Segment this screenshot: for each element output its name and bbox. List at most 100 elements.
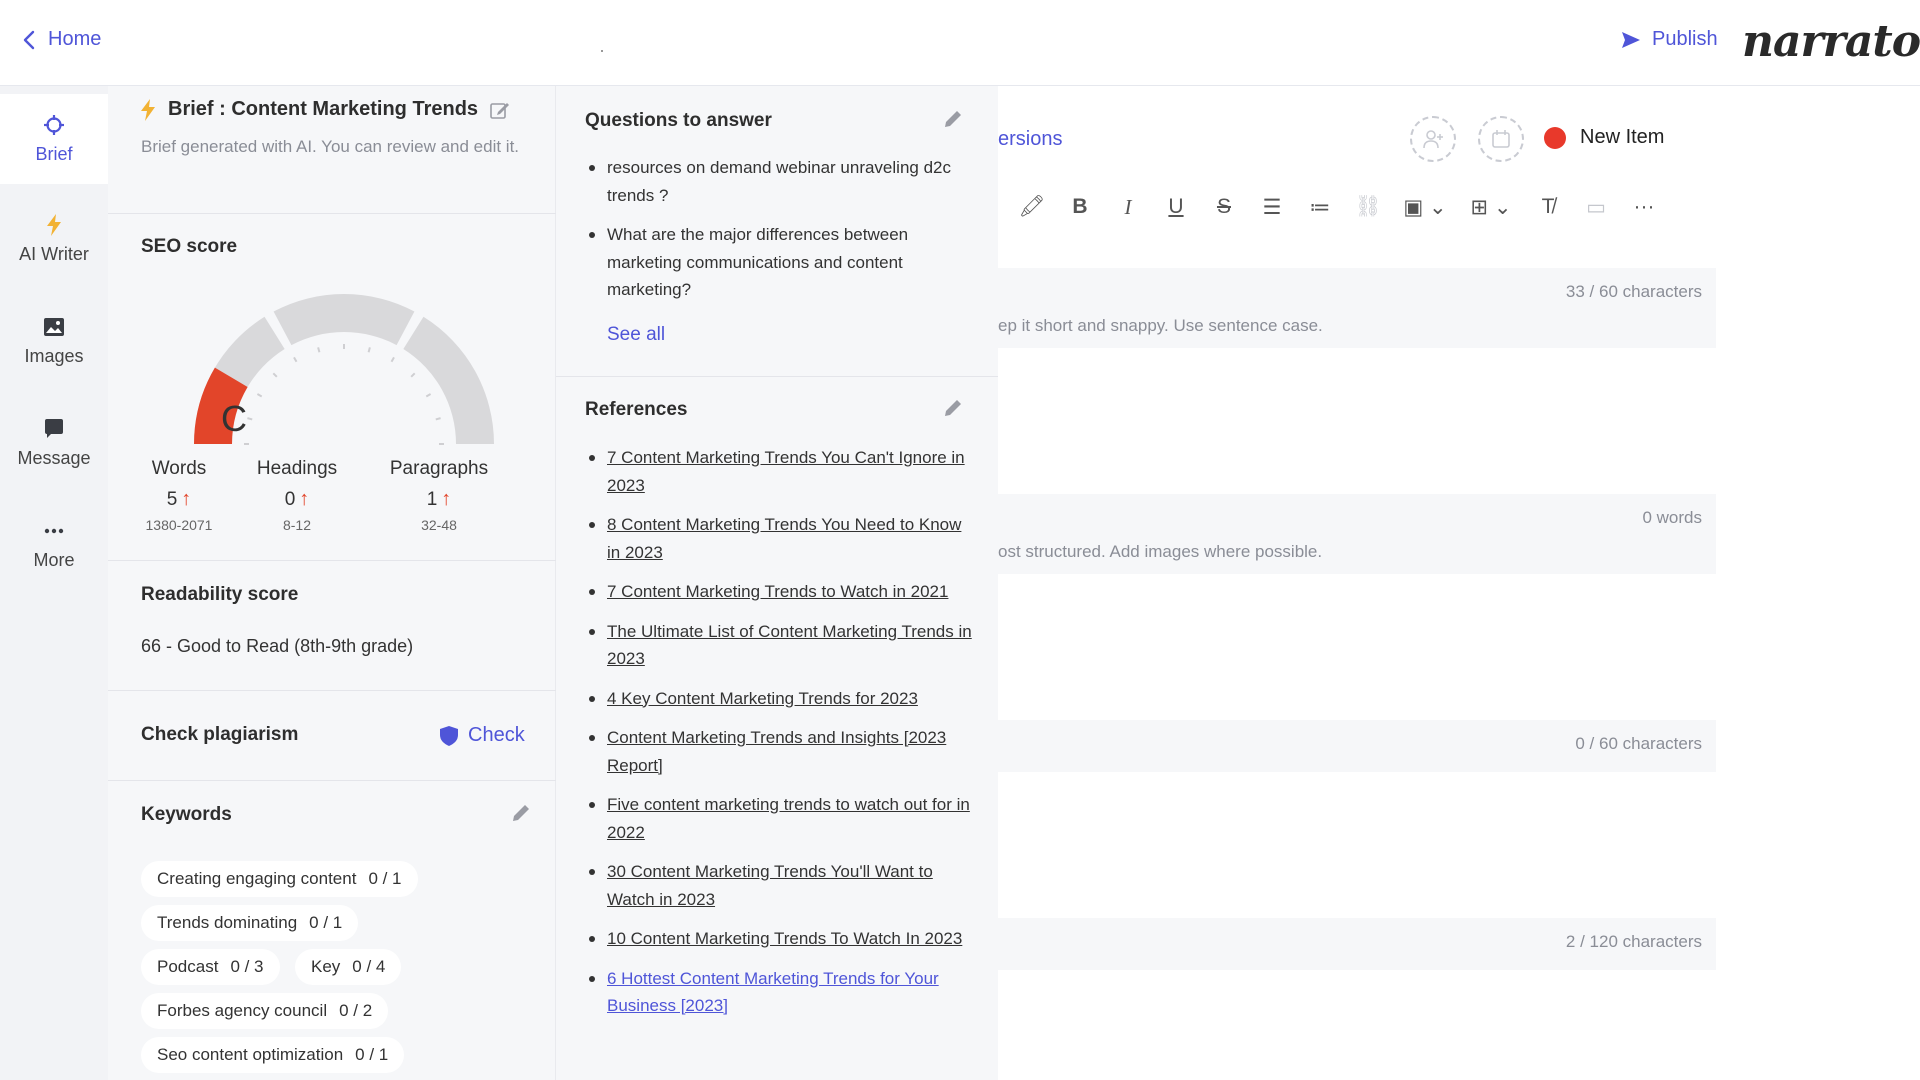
keyword-count: 0 / 1 xyxy=(368,869,402,888)
comment-icon[interactable]: ▭ xyxy=(1572,190,1620,224)
keyword-chip[interactable]: Seo content optimization 0 / 1 xyxy=(141,1037,405,1073)
reference-link[interactable]: 30 Content Marketing Trends You'll Want … xyxy=(607,862,933,909)
reference-link[interactable]: 10 Content Marketing Trends To Watch In … xyxy=(607,929,962,948)
calendar-icon xyxy=(1492,130,1510,148)
title-field[interactable]: 33 / 60 characters ep it short and snapp… xyxy=(998,268,1716,348)
stat-label: Headings xyxy=(256,458,338,479)
seo-gauge-tick xyxy=(317,347,321,353)
home-label: Home xyxy=(48,28,102,50)
keyword-chip[interactable]: Creating engaging content 0 / 1 xyxy=(141,861,418,897)
reference-link[interactable]: 7 Content Marketing Trends You Can't Ign… xyxy=(607,448,965,495)
divider xyxy=(108,690,556,691)
keyword-count: 0 / 1 xyxy=(309,913,343,932)
arrow-up-icon: ↑ xyxy=(181,488,192,510)
keyword-chip[interactable]: Trends dominating 0 / 1 xyxy=(141,905,359,941)
stat-value: 1 xyxy=(426,488,438,510)
rail-item-more[interactable]: More xyxy=(0,500,108,590)
keyword-text: Forbes agency council xyxy=(157,1001,328,1020)
publish-button[interactable]: Publish xyxy=(1620,28,1718,51)
seo-gauge-ticks xyxy=(244,344,444,445)
divider xyxy=(108,213,556,214)
check-plagiarism-button[interactable]: Check xyxy=(440,724,525,747)
stat-value-row: 1 ↑ xyxy=(364,488,514,511)
assign-user-button[interactable] xyxy=(1410,116,1456,162)
keyword-chip[interactable]: Forbes agency council 0 / 2 xyxy=(141,993,389,1029)
divider xyxy=(108,780,556,781)
add-user-icon xyxy=(1423,130,1443,149)
more-dots-icon xyxy=(43,520,65,542)
keyword-count: 0 / 1 xyxy=(355,1045,389,1064)
readability-heading: Readability score xyxy=(141,584,299,605)
seo-grade: C xyxy=(221,398,247,439)
publish-label: Publish xyxy=(1652,28,1718,50)
keywords-heading: Keywords xyxy=(141,804,232,825)
status-dot-icon xyxy=(1544,126,1566,149)
reference-link[interactable]: The Ultimate List of Content Marketing T… xyxy=(607,622,972,669)
rail-item-message[interactable]: Message xyxy=(0,398,108,488)
seo-gauge-tick xyxy=(293,356,298,363)
edit-references-icon[interactable] xyxy=(942,397,964,419)
more-options-icon[interactable]: ··· xyxy=(1620,190,1668,224)
arrow-up-icon: ↑ xyxy=(441,488,452,510)
status-selector[interactable]: New Item xyxy=(1544,126,1664,149)
image-icon xyxy=(43,316,65,338)
side-rail: Brief AI Writer Images Message More xyxy=(0,86,108,1080)
home-link[interactable]: Home xyxy=(22,28,101,51)
reference-link[interactable]: 8 Content Marketing Trends You Need to K… xyxy=(607,515,961,562)
keyword-chip[interactable]: Key 0 / 4 xyxy=(295,949,402,985)
stat-range: 32-48 xyxy=(421,517,457,533)
rail-item-ai-writer[interactable]: AI Writer xyxy=(0,194,108,284)
seo-gauge-tick xyxy=(410,372,416,378)
insert-table-icon[interactable]: ⊞ ⌄ xyxy=(1458,190,1524,224)
field-hint: ep it short and snappy. Use sentence cas… xyxy=(998,316,1323,335)
status-label: New Item xyxy=(1580,126,1665,148)
reference-link[interactable]: 7 Content Marketing Trends to Watch in 2… xyxy=(607,582,948,601)
stat-value-row: 0 ↑ xyxy=(222,488,372,511)
keyword-chip[interactable]: Podcast 0 / 3 xyxy=(141,949,280,985)
clear-format-icon[interactable]: T̸ xyxy=(1524,190,1572,224)
seo-title-field[interactable]: 0 / 60 characters xyxy=(998,720,1716,772)
question-item: What are the major differences between m… xyxy=(589,221,975,304)
shield-icon xyxy=(440,725,458,746)
underline-icon[interactable]: U xyxy=(1152,190,1200,224)
reference-item: 7 Content Marketing Trends You Can't Ign… xyxy=(589,444,975,499)
bold-icon[interactable]: B xyxy=(1056,190,1104,224)
versions-link[interactable]: ersions xyxy=(998,128,1062,151)
rail-label-more: More xyxy=(33,549,75,570)
char-count: 2 / 120 characters xyxy=(1565,932,1702,951)
stat-value: 0 xyxy=(284,488,296,510)
keyword-text: Seo content optimization xyxy=(157,1045,344,1064)
reference-item: 10 Content Marketing Trends To Watch In … xyxy=(589,925,975,953)
reference-link[interactable]: 6 Hottest Content Marketing Trends for Y… xyxy=(607,969,939,1016)
link-icon[interactable]: ⛓ xyxy=(1344,190,1392,224)
reference-link[interactable]: Content Marketing Trends and Insights [2… xyxy=(607,728,946,775)
insert-image-icon[interactable]: ▣ ⌄ xyxy=(1392,190,1458,224)
body-field[interactable]: 0 words ost structured. Add images where… xyxy=(998,494,1716,574)
bullet-list-icon[interactable]: ☰ xyxy=(1248,190,1296,224)
due-date-button[interactable] xyxy=(1478,116,1524,162)
reference-link[interactable]: Five content marketing trends to watch o… xyxy=(607,795,970,842)
readability-value: 66 - Good to Read (8th-9th grade) xyxy=(141,636,414,656)
keyword-text: Trends dominating xyxy=(157,913,298,932)
meta-description-field[interactable]: 2 / 120 characters xyxy=(998,918,1716,970)
editor-area: ersions New Item 🖍 B I U S ☰ ≔ ⛓ ▣ ⌄ ⊞ ⌄… xyxy=(998,86,1920,1080)
rail-label-ai-writer: AI Writer xyxy=(19,243,89,264)
keyword-text: Key xyxy=(311,957,341,976)
edit-questions-icon[interactable] xyxy=(942,108,964,130)
see-all-link[interactable]: See all xyxy=(607,324,665,346)
edit-keywords-icon[interactable] xyxy=(510,802,532,824)
rail-item-brief[interactable]: Brief xyxy=(0,94,108,184)
divider xyxy=(556,376,998,377)
numbered-list-icon[interactable]: ≔ xyxy=(1296,190,1344,224)
questions-references-panel: Questions to answer resources on demand … xyxy=(556,86,998,1080)
rail-item-images[interactable]: Images xyxy=(0,296,108,386)
reference-item: 8 Content Marketing Trends You Need to K… xyxy=(589,511,975,566)
seo-stat-headings: Headings 0 ↑ 8-12 xyxy=(222,458,372,533)
divider xyxy=(108,560,556,561)
edit-icon[interactable] xyxy=(490,100,510,120)
italic-icon[interactable]: I xyxy=(1104,190,1152,224)
lightning-icon xyxy=(141,98,155,121)
reference-link[interactable]: 4 Key Content Marketing Trends for 2023 xyxy=(607,689,918,708)
strikethrough-icon[interactable]: S xyxy=(1200,190,1248,224)
highlight-icon[interactable]: 🖍 xyxy=(1008,190,1056,224)
